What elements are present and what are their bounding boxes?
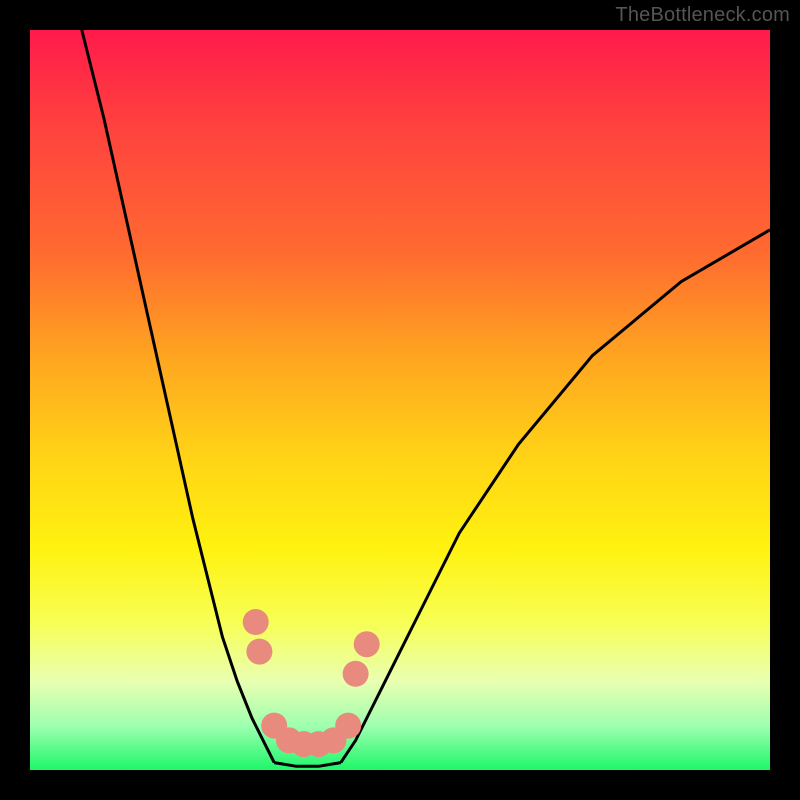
plot-area bbox=[30, 30, 770, 770]
marker-dot bbox=[354, 631, 380, 657]
right-curve-path bbox=[341, 230, 770, 763]
marker-dot bbox=[335, 713, 361, 739]
curve-group bbox=[82, 30, 770, 766]
marker-dot bbox=[243, 609, 269, 635]
left-curve-path bbox=[82, 30, 274, 763]
outer-frame: TheBottleneck.com bbox=[0, 0, 800, 800]
marker-dot bbox=[246, 639, 272, 665]
marker-dot bbox=[343, 661, 369, 687]
chart-svg bbox=[30, 30, 770, 770]
watermark-text: TheBottleneck.com bbox=[615, 4, 790, 27]
valley-base-path bbox=[274, 763, 341, 767]
